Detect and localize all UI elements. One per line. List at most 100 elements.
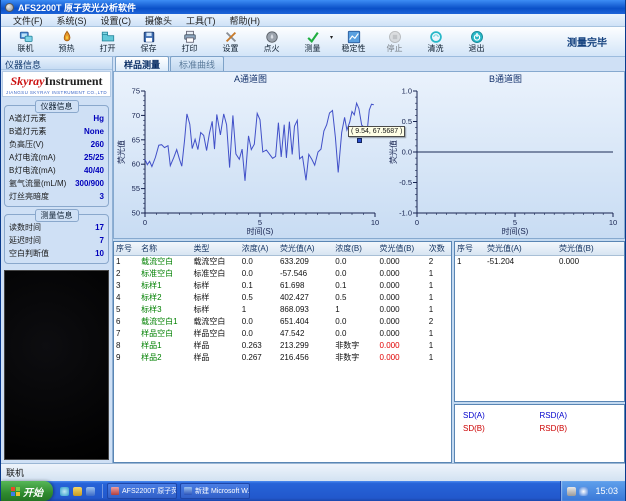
- table-cell: 样品空白: [191, 328, 239, 340]
- tab-standard-curve[interactable]: 标准曲线: [170, 56, 224, 71]
- toolbar-button-label: 设置: [223, 44, 239, 53]
- table-cell: 1: [427, 328, 451, 340]
- setup-icon: [224, 30, 238, 44]
- field-value: 25/25: [84, 151, 104, 164]
- menu-tools[interactable]: 工具(T): [180, 14, 222, 27]
- column-header[interactable]: 序号: [114, 242, 139, 256]
- main-panel: 样品测量标准曲线 A通道图 0510505560657075时间(S)荧光值 B…: [113, 57, 625, 463]
- table-cell: 0.0: [333, 256, 377, 268]
- system-tray: 15:03: [560, 481, 625, 501]
- table-row[interactable]: 1载流空白载流空白0.0633.2090.00.0002: [114, 256, 451, 268]
- tray-icon-1[interactable]: [567, 487, 576, 496]
- quicklaunch-icon-3[interactable]: [86, 487, 95, 496]
- table-cell: 0.000: [378, 268, 427, 280]
- window-title: AFS2200T 原子荧光分析软件: [18, 1, 136, 14]
- sidebar-groups: 仪器信息A道灯元素HgB道灯元素None负高压(V)260A灯电流(mA)25/…: [1, 98, 112, 267]
- table-row[interactable]: 4标样2标样0.5402.4270.50.0001: [114, 292, 451, 304]
- table-row[interactable]: 1-51.2040.000: [455, 256, 624, 268]
- column-header[interactable]: 浓度(B): [333, 242, 377, 256]
- clean-icon: [429, 30, 443, 44]
- toolbar-button-label: 保存: [141, 44, 157, 53]
- table-cell: 0.0: [333, 328, 377, 340]
- tab-sample-measure[interactable]: 样品测量: [115, 56, 169, 71]
- svg-text:0.5: 0.5: [402, 117, 412, 126]
- svg-text:65: 65: [132, 135, 140, 144]
- chart-a-canvas[interactable]: 0510505560657075时间(S)荧光值: [115, 85, 385, 237]
- toolbar-button-label: 稳定性: [342, 44, 366, 53]
- column-header[interactable]: 荧光值(A): [278, 242, 333, 256]
- table-row[interactable]: 2标准空白标准空白0.0-57.5460.00.0001: [114, 268, 451, 280]
- results-table: 序号名称类型浓度(A)荧光值(A)浓度(B)荧光值(B)次数1载流空白载流空白0…: [114, 242, 451, 364]
- task-afs[interactable]: AFS2200T 原子荧光: [107, 483, 177, 499]
- field-label: 负高压(V): [9, 138, 44, 151]
- stability-button[interactable]: 稳定性: [333, 28, 374, 56]
- group-title: 测量信息: [35, 209, 79, 222]
- windows-flag-icon: [11, 487, 20, 496]
- menu-camera[interactable]: 摄像头: [139, 14, 178, 27]
- table-row[interactable]: 9样品2样品0.267216.456非数字0.0001: [114, 352, 451, 364]
- table-cell: 0.000: [378, 316, 427, 328]
- menu-settings[interactable]: 设置(C): [95, 14, 138, 27]
- column-header[interactable]: 次数: [427, 242, 451, 256]
- print-button[interactable]: 打印: [169, 28, 210, 56]
- save-button[interactable]: 保存: [128, 28, 169, 56]
- tray-icon-2[interactable]: [579, 487, 588, 496]
- column-header[interactable]: 名称: [139, 242, 191, 256]
- table-row[interactable]: 5标样3标样1868.09310.0001: [114, 304, 451, 316]
- quicklaunch-icon-2[interactable]: [73, 487, 82, 496]
- camera-view: [4, 270, 109, 460]
- column-header[interactable]: 荧光值(A): [485, 242, 557, 256]
- svg-text:5: 5: [258, 218, 262, 227]
- measure-button[interactable]: 测量▾: [292, 28, 333, 56]
- toolbar-button-label: 联机: [18, 44, 34, 53]
- setup-button[interactable]: 设置: [210, 28, 251, 56]
- table-cell: 标样3: [139, 304, 191, 316]
- column-header[interactable]: 类型: [191, 242, 239, 256]
- menu-system[interactable]: 系统(S): [51, 14, 93, 27]
- stat-label-rsda: RSD(A): [540, 411, 617, 420]
- table-cell: 标样1: [139, 280, 191, 292]
- table-cell: 213.299: [278, 340, 333, 352]
- field-row: 负高压(V) 260: [9, 138, 104, 151]
- table-cell: 0.000: [378, 256, 427, 268]
- table-cell: 0.0: [333, 268, 377, 280]
- field-value: 260: [91, 138, 104, 151]
- table-cell: 0.000: [378, 328, 427, 340]
- table-cell: 样品: [191, 340, 239, 352]
- toolbar-button-label: 预热: [59, 44, 75, 53]
- column-header[interactable]: 荧光值(B): [378, 242, 427, 256]
- table-cell: 2: [427, 256, 451, 268]
- exit-button[interactable]: 退出: [456, 28, 497, 56]
- table-cell: 2: [427, 316, 451, 328]
- column-header[interactable]: 序号: [455, 242, 485, 256]
- svg-text:-1.0: -1.0: [400, 209, 413, 218]
- ignite-button[interactable]: 点火: [251, 28, 292, 56]
- quicklaunch-icon-1[interactable]: [60, 487, 69, 496]
- task-icon: [111, 487, 119, 495]
- table-cell: 非数字: [333, 352, 377, 364]
- svg-text:10: 10: [371, 218, 379, 227]
- menu-file[interactable]: 文件(F): [7, 14, 49, 27]
- chart-b-canvas[interactable]: 0510-1.0-0.50.00.51.0时间(S)荧光值: [387, 85, 623, 237]
- table-cell: 0.5: [240, 292, 278, 304]
- clean-button[interactable]: 清洗: [415, 28, 456, 56]
- column-header[interactable]: 荧光值(B): [557, 242, 624, 256]
- toolbar-button-label: 测量: [305, 44, 321, 53]
- current-reading-table: 序号荧光值(A)荧光值(B)1-51.2040.000: [455, 242, 624, 268]
- column-header[interactable]: 浓度(A): [240, 242, 278, 256]
- chart-b-panel: B通道图 0510-1.0-0.50.00.51.0时间(S)荧光值: [387, 72, 624, 238]
- logo-subtext: JIANGSU SKYRAY INSTRUMENT CO.,LTD: [5, 90, 108, 95]
- start-button[interactable]: 开始: [1, 481, 53, 501]
- open-button[interactable]: 打开: [87, 28, 128, 56]
- table-row[interactable]: 7样品空白样品空白0.047.5420.00.0001: [114, 328, 451, 340]
- table-row[interactable]: 3标样1标样0.161.6980.10.0001: [114, 280, 451, 292]
- table-row[interactable]: 6载流空白1载流空白0.0651.4040.00.0002: [114, 316, 451, 328]
- field-label: A灯电流(mA): [9, 151, 56, 164]
- connect-button[interactable]: 联机: [5, 28, 46, 56]
- stats-grid: SD(A)RSD(A)SD(B)RSD(B): [463, 411, 616, 433]
- menu-help[interactable]: 帮助(H): [224, 14, 267, 27]
- svg-text:10: 10: [609, 218, 617, 227]
- task-word[interactable]: 新建 Microsoft W...: [180, 483, 250, 499]
- preheat-button[interactable]: 预热: [46, 28, 87, 56]
- table-row[interactable]: 8样品1样品0.263213.299非数字0.0001: [114, 340, 451, 352]
